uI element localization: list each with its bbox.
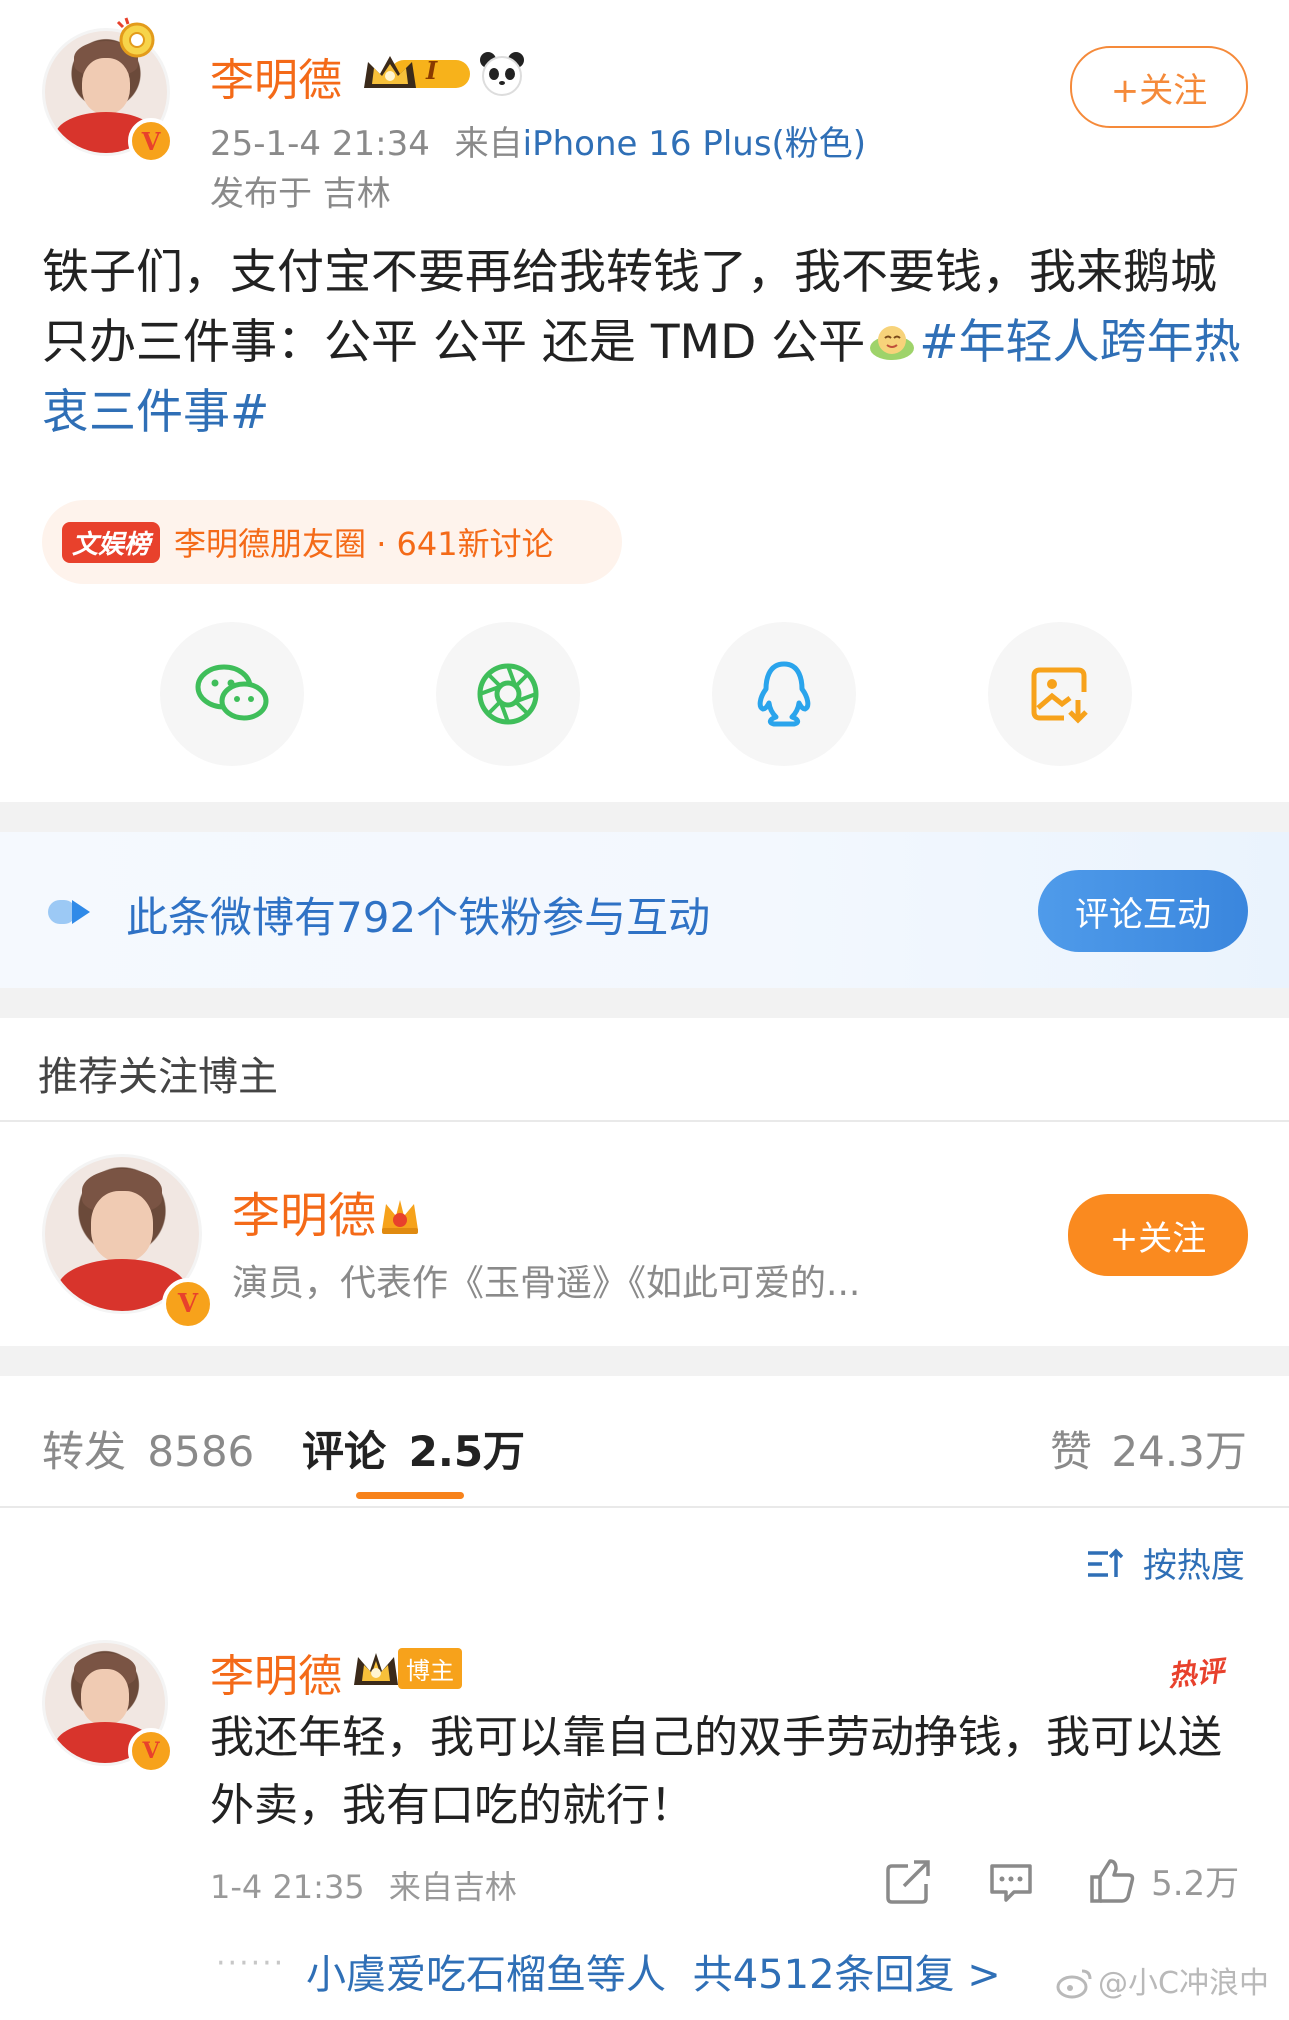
save-image-icon	[1031, 667, 1088, 724]
post-location: 发布于 吉林	[210, 174, 391, 214]
recommend-description: 演员，代表作《玉骨遥》《如此可爱的...	[232, 1263, 861, 1304]
view-replies-link[interactable]: 小虞爱吃石榴鱼等人 共4512条回复 >	[306, 1942, 1001, 2000]
hot-comment-badge: 热评	[1166, 1654, 1226, 1693]
weibo-watermark: @小C冲浪中	[1056, 1958, 1269, 2002]
repost-count: 8586	[147, 1427, 255, 1476]
like-count: 24.3万	[1111, 1427, 1247, 1476]
reply-comment-icon[interactable]	[988, 1862, 1034, 1904]
share-qq-button[interactable]	[712, 622, 856, 766]
comment-like-count: 5.2万	[1151, 1864, 1240, 1904]
repost-label: 转发	[42, 1427, 127, 1476]
post-body: 铁子们，支付宝不要再给我转钱了，我不要钱，我来鹅城只办三件事：公平 公平 还是 …	[42, 238, 1252, 448]
comment-interact-button[interactable]: 评论互动	[1038, 870, 1248, 952]
comment-meta: 1-4 21:35 来自吉林	[210, 1862, 517, 1908]
follow-button[interactable]: +关注	[1070, 46, 1248, 128]
recommend-name[interactable]: 李明德	[232, 1176, 422, 1246]
tab-comments[interactable]: 评论 2.5万	[302, 1418, 525, 1479]
thumbs-up-icon	[1090, 1859, 1135, 1903]
wechat-icon	[195, 664, 269, 721]
section-separator	[0, 988, 1289, 1018]
share-wechat-button[interactable]	[160, 622, 304, 766]
source-device-link[interactable]: iPhone 16 Plus(粉色)	[523, 124, 866, 164]
divider	[0, 1120, 1289, 1122]
recommend-name-text: 李明德	[232, 1188, 377, 1244]
post-author-name[interactable]: 李明德	[210, 44, 342, 108]
source-prefix: 来自	[454, 124, 523, 164]
verified-badge-icon: V	[162, 1278, 214, 1330]
moments-icon	[477, 663, 539, 725]
divider	[0, 1506, 1289, 1508]
crown-icon	[354, 1652, 398, 1685]
reply-count: 共4512条回复 >	[692, 1952, 1001, 1998]
share-comment-icon[interactable]	[886, 1860, 932, 1904]
tab-reposts[interactable]: 转发 8586	[42, 1418, 254, 1479]
ranking-chip-tag: 文娱榜	[62, 521, 161, 563]
blogger-badge-text: 博主	[398, 1648, 462, 1689]
lotus-emoji-icon	[870, 326, 915, 360]
fan-toggle-icon	[48, 900, 90, 924]
pendant-decoration-icon	[116, 17, 155, 58]
comment-count: 2.5万	[408, 1427, 526, 1476]
watermark-text: @小C冲浪中	[1098, 1966, 1269, 2001]
qq-icon	[757, 661, 811, 727]
commenter-name[interactable]: 李明德	[210, 1640, 342, 1704]
active-tab-indicator	[356, 1492, 464, 1499]
comment-text: 我还年轻，我可以靠自己的双手劳动挣钱，我可以送外卖，我有口吃的就行！	[210, 1712, 1222, 1831]
like-label: 赞	[1050, 1427, 1093, 1476]
recommend-follow-button[interactable]: +关注	[1068, 1194, 1248, 1276]
weibo-logo-icon	[1056, 1969, 1092, 1999]
blogger-badge: 博主	[350, 1648, 462, 1689]
comment-location: 来自吉林	[388, 1868, 517, 1906]
reply-dots: ······	[216, 1946, 286, 1981]
fans-interaction-text: 此条微博有792个铁粉参与互动	[126, 893, 711, 942]
comment-like-button[interactable]: 5.2万	[1088, 1856, 1239, 1905]
section-separator	[0, 802, 1289, 832]
sort-label: 按热度	[1142, 1546, 1245, 1586]
reply-users: 小虞爱吃石榴鱼等人	[306, 1952, 666, 1998]
verified-badge-icon: V	[128, 1728, 174, 1774]
comment-time: 1-4 21:35	[210, 1868, 365, 1906]
sort-icon	[1088, 1548, 1124, 1577]
ranking-chip-text: 李明德朋友圈 · 641新讨论	[174, 525, 554, 563]
save-image-button[interactable]	[988, 622, 1132, 766]
comment-label: 评论	[302, 1427, 387, 1476]
panda-emoji-icon	[480, 52, 524, 96]
vip-crown-icon	[382, 1200, 419, 1234]
section-separator	[0, 1346, 1289, 1376]
share-moments-button[interactable]	[436, 622, 580, 766]
sort-by-hot-button[interactable]: 按热度	[1086, 1538, 1245, 1587]
post-meta: 25-1-4 21:34 来自iPhone 16 Plus(粉色)	[210, 116, 866, 165]
member-crown-badge-icon: I	[360, 52, 472, 94]
ranking-chip[interactable]: 文娱榜 李明德朋友圈 · 641新讨论	[42, 500, 622, 584]
verified-badge-icon: V	[128, 118, 174, 164]
post-timestamp: 25-1-4 21:34	[210, 124, 430, 164]
level-badge-text: I	[426, 56, 438, 85]
tab-likes[interactable]: 赞 24.3万	[1050, 1418, 1247, 1479]
recommend-heading: 推荐关注博主	[38, 1054, 278, 1100]
